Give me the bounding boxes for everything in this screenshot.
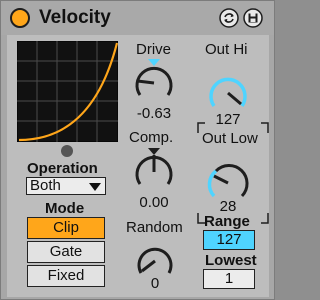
random-label: Random [126, 219, 183, 236]
lowest-label: Lowest [205, 252, 257, 269]
chevron-down-icon [89, 183, 101, 191]
out-hi-label: Out Hi [205, 41, 248, 58]
device-title-bar: Velocity [1, 1, 274, 35]
save-icon[interactable] [243, 8, 263, 28]
hot-swap-icon[interactable] [219, 8, 239, 28]
mode-gate-button[interactable]: Gate [27, 241, 105, 263]
mode-clip-button[interactable]: Clip [27, 217, 105, 239]
operation-label: Operation [27, 160, 98, 177]
comp-label: Comp. [129, 129, 174, 146]
mode-label: Mode [45, 200, 85, 217]
comp-knob[interactable] [131, 146, 177, 194]
range-label: Range [204, 213, 250, 230]
out-low-label: Out Low [202, 130, 258, 147]
operation-select[interactable]: Both [26, 177, 106, 195]
out-low-knob[interactable] [204, 159, 252, 203]
velocity-device: Velocity Operation Both Mode Clip Gate F… [0, 0, 275, 300]
lowest-number-box[interactable]: 1 [203, 269, 255, 289]
velocity-curve-display[interactable] [17, 41, 118, 142]
device-title: Velocity [39, 7, 111, 28]
drive-knob[interactable] [131, 57, 177, 105]
range-number-box[interactable]: 127 [203, 230, 255, 250]
curve-drive-handle[interactable] [61, 145, 73, 157]
comp-value: 0.00 [139, 194, 169, 211]
power-icon[interactable] [10, 8, 30, 28]
drive-value: -0.63 [136, 105, 172, 122]
drive-label: Drive [136, 41, 172, 58]
out-hi-knob[interactable] [204, 69, 252, 113]
operation-selected-value: Both [30, 177, 61, 194]
random-value: 0 [150, 275, 160, 292]
mode-fixed-button[interactable]: Fixed [27, 265, 105, 287]
